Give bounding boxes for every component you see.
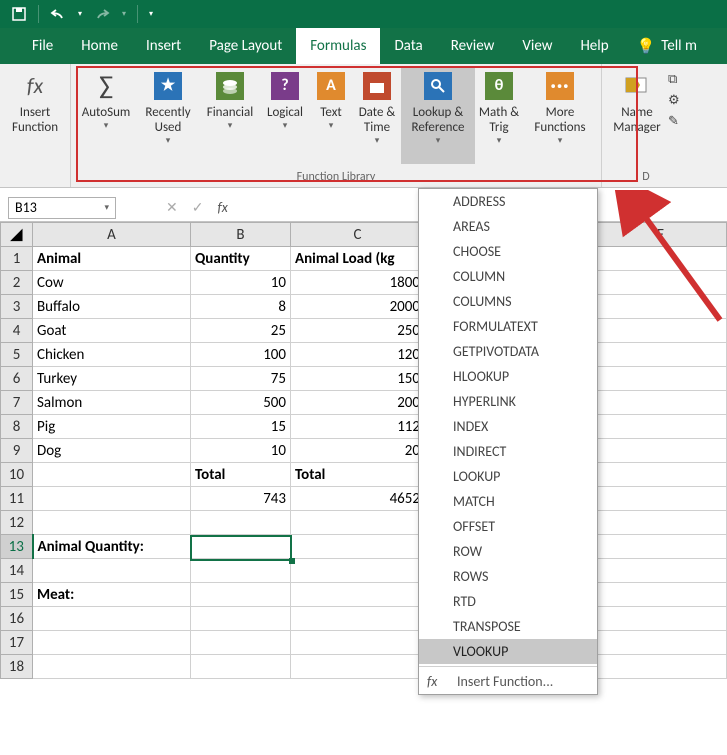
recently-used-button[interactable]: ★ Recently Used▾ [137, 66, 199, 164]
menu-item-address[interactable]: ADDRESS [419, 189, 597, 214]
sigma-icon: ∑ [90, 70, 122, 102]
question-icon: ? [269, 70, 301, 102]
menu-item-column[interactable]: COLUMN [419, 264, 597, 289]
ribbon: fx Insert Function ∑ AutoSum▾ ★ Recently… [0, 64, 727, 188]
menu-item-choose[interactable]: CHOOSE [419, 239, 597, 264]
date-time-button[interactable]: Date & Time▾ [353, 66, 401, 164]
fx-icon: fx [19, 70, 51, 102]
theta-icon: θ [483, 70, 515, 102]
menu-item-hlookup[interactable]: HLOOKUP [419, 364, 597, 389]
menu-item-lookup[interactable]: LOOKUP [419, 464, 597, 489]
menu-item-getpivotdata[interactable]: GETPIVOTDATA [419, 339, 597, 364]
worksheet-grid[interactable]: ◢ A B C D E F 1AnimalQuantityAnimal Load… [0, 222, 727, 679]
lookup-reference-menu: ADDRESSAREASCHOOSECOLUMNCOLUMNSFORMULATE… [418, 188, 598, 695]
insert-function-button[interactable]: fx Insert Function [4, 66, 66, 164]
function-library-label: Function Library [75, 168, 597, 187]
name-manager-button[interactable]: Name Manager [606, 66, 668, 164]
ribbon-tabs: File Home Insert Page Layout Formulas Da… [0, 28, 727, 64]
fill-handle[interactable] [289, 558, 295, 564]
tell-me[interactable]: 💡Tell m [623, 28, 711, 64]
calendar-icon [361, 70, 393, 102]
tab-file[interactable]: File [18, 28, 67, 64]
tab-formulas[interactable]: Formulas [296, 28, 380, 64]
col-header[interactable]: C [291, 223, 425, 247]
select-all-corner[interactable]: ◢ [1, 223, 33, 247]
tab-review[interactable]: Review [437, 28, 509, 64]
tab-view[interactable]: View [508, 28, 566, 64]
undo-dropdown-icon[interactable]: ▾ [75, 3, 85, 25]
formula-bar: B13▾ ✕ ✓ fx [0, 194, 727, 222]
financial-button[interactable]: Financial▾ [199, 66, 261, 164]
more-functions-button[interactable]: ··· More Functions▾ [523, 66, 597, 164]
menu-item-row[interactable]: ROW [419, 539, 597, 564]
col-header[interactable]: F [595, 223, 727, 247]
tab-data[interactable]: Data [380, 28, 436, 64]
qat-customize-icon[interactable]: ▾ [146, 3, 156, 25]
name-box[interactable]: B13▾ [8, 197, 116, 219]
menu-item-insert-function[interactable]: fxInsert Function... [419, 669, 597, 694]
tab-insert[interactable]: Insert [132, 28, 195, 64]
math-trig-button[interactable]: θ Math & Trig▾ [475, 66, 523, 164]
undo-icon[interactable] [47, 3, 69, 25]
menu-item-index[interactable]: INDEX [419, 414, 597, 439]
letter-a-icon: A [315, 70, 347, 102]
text-button[interactable]: A Text▾ [309, 66, 353, 164]
autosum-button[interactable]: ∑ AutoSum▾ [75, 66, 137, 164]
logical-button[interactable]: ? Logical▾ [261, 66, 309, 164]
magnifier-icon [422, 70, 454, 102]
menu-item-match[interactable]: MATCH [419, 489, 597, 514]
col-header[interactable]: B [191, 223, 291, 247]
quick-access-toolbar: ▾ ▾ ▾ [0, 0, 727, 28]
menu-item-hyperlink[interactable]: HYPERLINK [419, 389, 597, 414]
lightbulb-icon: 💡 [637, 37, 656, 56]
ellipsis-icon: ··· [544, 70, 576, 102]
col-header[interactable]: A [33, 223, 191, 247]
cancel-icon[interactable]: ✕ [166, 199, 178, 216]
menu-item-formulatext[interactable]: FORMULATEXT [419, 314, 597, 339]
menu-item-rtd[interactable]: RTD [419, 589, 597, 614]
menu-item-columns[interactable]: COLUMNS [419, 289, 597, 314]
coins-icon [214, 70, 246, 102]
redo-icon[interactable] [91, 3, 113, 25]
fx-icon[interactable]: fx [217, 199, 227, 216]
menu-item-offset[interactable]: OFFSET [419, 514, 597, 539]
menu-item-areas[interactable]: AREAS [419, 214, 597, 239]
menu-item-vlookup[interactable]: VLOOKUP [419, 639, 597, 664]
tab-help[interactable]: Help [566, 28, 622, 64]
menu-item-indirect[interactable]: INDIRECT [419, 439, 597, 464]
tag-icon [621, 70, 653, 102]
menu-item-transpose[interactable]: TRANSPOSE [419, 614, 597, 639]
fx-icon: fx [427, 673, 445, 690]
lookup-reference-button[interactable]: Lookup & Reference▾ [401, 66, 475, 164]
star-icon: ★ [152, 70, 184, 102]
menu-item-rows[interactable]: ROWS [419, 564, 597, 589]
tab-page-layout[interactable]: Page Layout [195, 28, 296, 64]
enter-icon[interactable]: ✓ [192, 199, 204, 216]
redo-dropdown-icon[interactable]: ▾ [119, 3, 129, 25]
tab-home[interactable]: Home [67, 28, 132, 64]
save-icon[interactable] [8, 3, 30, 25]
